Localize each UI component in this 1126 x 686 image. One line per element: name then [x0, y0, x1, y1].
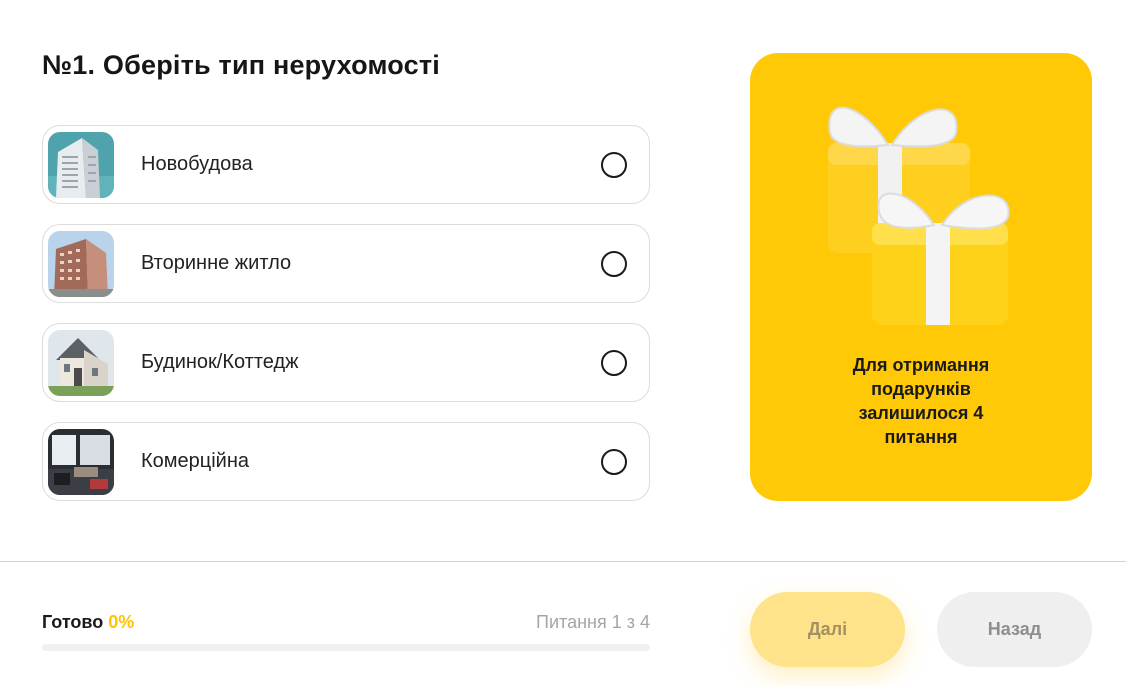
- radio-button[interactable]: [601, 250, 627, 277]
- option-label: Новобудова: [141, 153, 253, 175]
- radio-button[interactable]: [601, 151, 627, 178]
- option-house-cottage[interactable]: Будинок/Коттедж: [42, 323, 650, 402]
- radio-button[interactable]: [601, 349, 627, 376]
- back-button[interactable]: Назад: [937, 592, 1092, 667]
- page-title: №1. Оберіть тип нерухомості: [42, 50, 440, 80]
- progress-bar: [42, 644, 650, 651]
- gift-boxes-icon: [822, 83, 1022, 338]
- secondary-housing-photo: [48, 230, 114, 297]
- house-cottage-photo: [48, 329, 114, 396]
- option-new-building[interactable]: Новобудова: [42, 125, 650, 204]
- progress-label: Готово 0%: [42, 612, 134, 633]
- property-type-options: Новобудова Вторинне житло Будинок/Коттед…: [42, 125, 650, 521]
- question-counter: Питання 1 з 4: [536, 612, 650, 632]
- commercial-office-photo: [48, 428, 114, 495]
- radio-button[interactable]: [601, 448, 627, 475]
- option-label: Комерційна: [141, 450, 250, 472]
- option-label: Вторинне житло: [141, 252, 292, 274]
- next-button[interactable]: Далі: [750, 592, 905, 667]
- option-label: Будинок/Коттедж: [141, 351, 299, 373]
- ready-percent: 0%: [108, 612, 135, 632]
- new-building-photo: [48, 131, 114, 198]
- ready-label: Готово: [42, 612, 104, 632]
- option-secondary-housing[interactable]: Вторинне житло: [42, 224, 650, 303]
- option-commercial[interactable]: Комерційна: [42, 422, 650, 501]
- gift-promo-card: Для отримання подарунків залишилося 4 пи…: [750, 53, 1092, 501]
- footer-divider: [0, 561, 1126, 562]
- gift-remaining-text: Для отримання подарунків залишилося 4 пи…: [852, 355, 990, 447]
